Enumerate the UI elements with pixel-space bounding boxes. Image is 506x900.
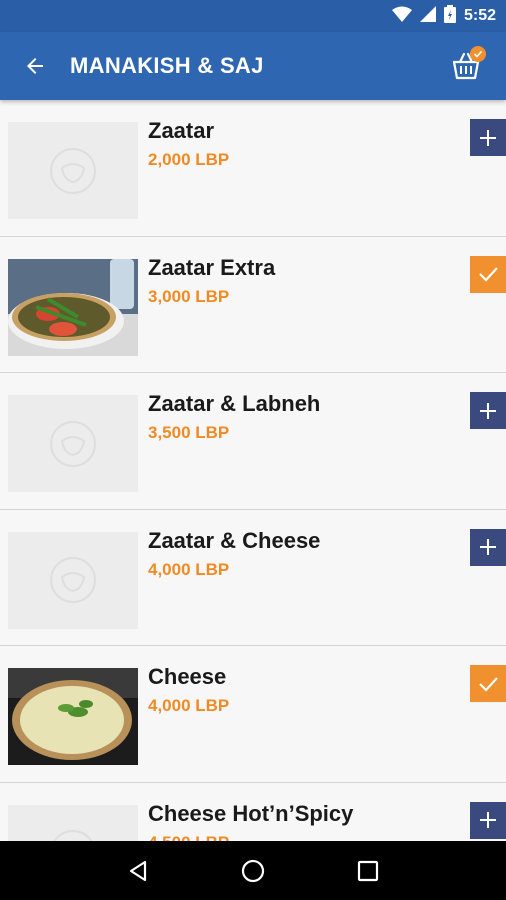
wifi-icon [391,6,412,27]
signal-icon [419,5,436,27]
back-button[interactable] [0,32,70,100]
item-price: 4,500 LBP [148,833,229,842]
plus-icon [480,402,496,419]
cart-badge [470,46,486,62]
home-circle-icon [241,859,265,882]
back-triangle-icon [129,860,146,881]
list-item[interactable]: Zaatar & Cheese 4,000 LBP [0,509,506,646]
check-icon [479,676,498,692]
arrow-left-icon [27,58,43,74]
item-name: Zaatar & Cheese [148,527,321,553]
item-image [8,668,138,765]
nav-recents-button[interactable] [348,851,388,891]
item-name: Zaatar Extra [148,254,276,280]
add-button[interactable] [470,528,506,566]
system-nav-bar [0,841,506,900]
list-item[interactable]: Zaatar 2,000 LBP [0,100,506,237]
list-item[interactable]: Cheese 4,000 LBP [0,646,506,783]
item-name: Cheese Hot’n’Spicy [148,800,354,826]
list-item[interactable]: Zaatar & Labneh 3,500 LBP [0,373,506,510]
add-button[interactable] [470,392,506,429]
list-item[interactable]: Cheese Hot’n’Spicy 4,500 LBP [0,782,506,842]
nav-back-button[interactable] [118,851,158,891]
added-button[interactable] [470,255,506,293]
plus-icon [480,812,496,828]
check-icon [479,267,498,282]
plus-icon [480,539,496,555]
menu-list: Zaatar 2,000 LBP Zaatar Extra 3,000 LBP [0,100,506,841]
added-button[interactable] [470,665,506,702]
battery-icon [443,4,456,28]
item-price: 3,000 LBP [148,286,230,306]
item-image-placeholder [8,804,138,841]
add-button[interactable] [470,801,506,839]
item-image [8,258,138,356]
item-image-placeholder [8,395,138,492]
item-name: Zaatar & Labneh [148,391,321,416]
status-bar: 5:52 [0,0,506,32]
cart-button[interactable] [446,46,486,86]
item-price: 2,000 LBP [148,150,230,169]
check-icon [473,50,483,58]
item-price: 4,000 LBP [148,696,230,715]
page-title: MANAKISH & SAJ [70,53,264,78]
recents-square-icon [358,860,379,881]
nav-home-button[interactable] [233,851,273,891]
item-name: Zaatar [148,118,215,143]
item-name: Cheese [148,664,227,689]
list-item[interactable]: Zaatar Extra 3,000 LBP [0,236,506,373]
status-time: 5:52 [463,7,496,24]
plus-icon [480,129,496,146]
item-image-placeholder [8,531,138,629]
item-price: 3,500 LBP [148,423,230,442]
item-image-placeholder [8,122,138,219]
add-button[interactable] [470,119,506,156]
app-bar: MANAKISH & SAJ [0,32,506,100]
item-price: 4,000 LBP [148,559,230,579]
